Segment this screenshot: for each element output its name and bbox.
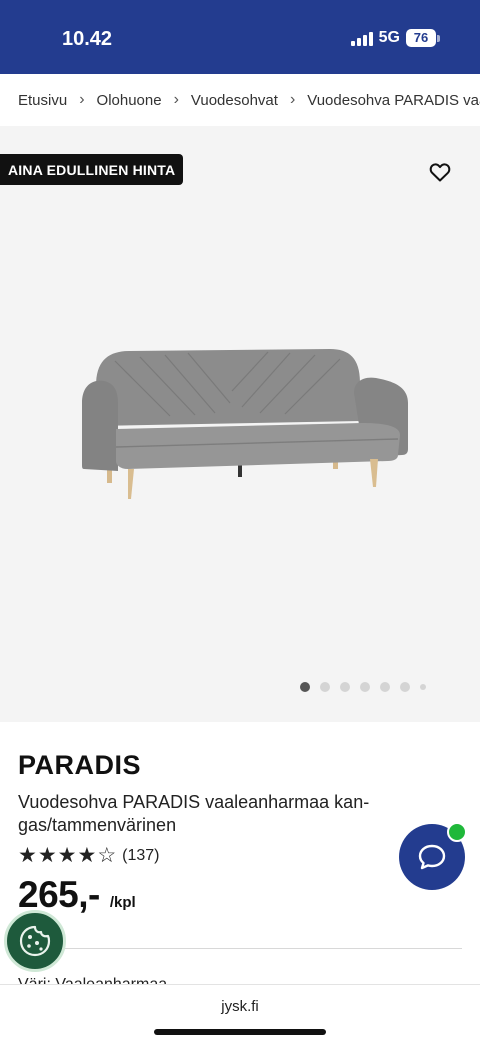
breadcrumb-item-etusivu[interactable]: Etusivu [18, 92, 67, 109]
sofa-image [82, 349, 408, 499]
breadcrumb-item-vuodesohvat[interactable]: Vuodesohvat [191, 92, 278, 109]
product-gallery[interactable]: AINA EDULLINEN HINTA [0, 126, 480, 722]
signal-icon [350, 31, 373, 46]
sofa-leg [370, 459, 378, 487]
chat-button[interactable] [399, 822, 467, 890]
star-filled-icon: ★ [37, 844, 57, 867]
chevron-right-icon: › [79, 91, 85, 108]
chevron-right-icon: › [289, 91, 296, 108]
review-count[interactable]: (137) [122, 847, 159, 865]
breadcrumb-item-olohuone[interactable]: Olohuone [97, 92, 162, 109]
pagination-dot[interactable] [360, 682, 370, 692]
color-label: Väri: Vaaleanharmaa [18, 976, 167, 984]
network-type: 5G [378, 29, 400, 46]
product-description: Vuodesohva PARADIS vaaleanharmaa kan-gas… [18, 792, 370, 835]
star-empty-icon: ☆ [97, 844, 117, 867]
price-row: 265,- /kpl [18, 874, 398, 916]
pagination-dot[interactable] [320, 682, 330, 692]
price-badge: AINA EDULLINEN HINTA [0, 154, 184, 185]
sofa-back [96, 349, 360, 426]
pagination-dot[interactable] [300, 682, 310, 692]
pagination-dot[interactable] [420, 684, 426, 690]
rating-stars: ★ ★ ★ ★ ☆ [18, 845, 116, 866]
product-info: PARADIS Vuodesohva PARADIS vaaleanharmaa… [18, 750, 398, 916]
status-indicators: 5G 76 [350, 29, 440, 47]
cookie-icon [19, 925, 51, 957]
star-filled-icon: ★ [57, 844, 77, 867]
pagination-dot[interactable] [340, 682, 350, 692]
pagination-dot[interactable] [380, 682, 390, 692]
home-indicator[interactable] [154, 1029, 326, 1035]
cookie-settings-button[interactable] [4, 910, 66, 972]
breadcrumb: Etusivu › Olohuone › Vuodesohvat › Vuode… [0, 74, 480, 126]
breadcrumb-item-current[interactable]: Vuodesohva PARADIS vaaleanharmaa [307, 92, 480, 109]
divider [18, 948, 462, 949]
url-display[interactable]: jysk.fi [0, 998, 480, 1015]
status-bar: 10.42 5G 76 [0, 0, 480, 74]
chat-notification-dot [447, 822, 467, 842]
price-unit: /kpl [109, 894, 136, 911]
product-rating[interactable]: ★ ★ ★ ★ ☆ (137) [18, 845, 398, 866]
battery-icon: 76 [406, 29, 440, 47]
battery-level: 76 [406, 29, 436, 47]
status-time: 10.42 [62, 28, 113, 50]
chat-bubble-icon [418, 844, 446, 870]
chevron-right-icon: › [173, 91, 179, 108]
heart-icon[interactable] [428, 160, 452, 184]
gallery-pagination [300, 682, 426, 692]
battery-cap [437, 34, 440, 42]
product-title: PARADIS [18, 750, 142, 780]
star-filled-icon: ★ [18, 844, 37, 867]
sofa-leg [128, 469, 134, 499]
sofa-left-arm [82, 380, 118, 471]
browser-bar: jysk.fi [0, 984, 480, 1044]
star-filled-icon: ★ [77, 844, 97, 867]
pagination-dot[interactable] [400, 682, 410, 692]
